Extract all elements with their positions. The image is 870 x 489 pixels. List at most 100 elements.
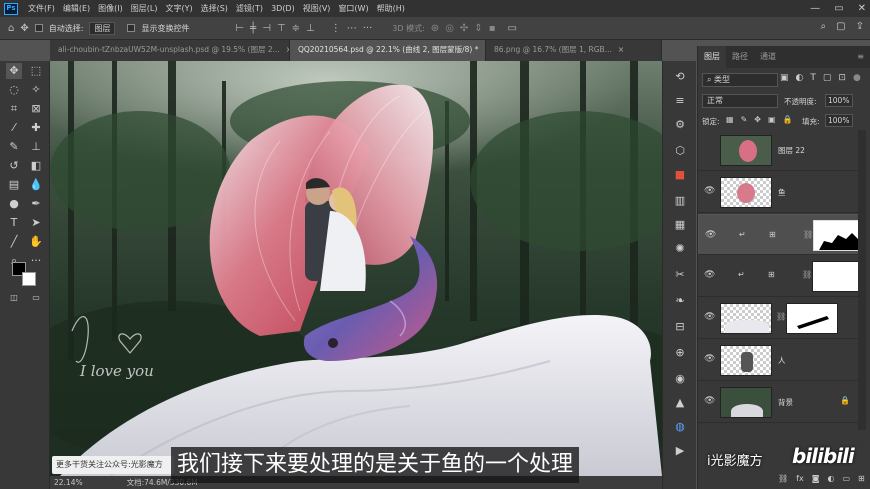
menu-view[interactable]: 视图(V) (299, 3, 335, 14)
document-canvas[interactable]: I love you (50, 61, 662, 476)
histogram-panel-icon[interactable]: ▲ (672, 395, 688, 411)
tab-document-2[interactable]: QQ20210564.psd @ 22.1% (曲线 2, 图层蒙版/8) *× (290, 40, 486, 61)
layer-mask-thumbnail[interactable] (786, 303, 838, 334)
tab-document-1[interactable]: ali-choubin-tZnbzaUW52M-unsplash.psd @ 1… (50, 40, 290, 61)
quick-mask-icon[interactable]: ◫ (6, 290, 22, 306)
align-center-icon[interactable]: ╪ (250, 23, 256, 34)
filter-adjust-icon[interactable]: ◐ (796, 73, 804, 83)
menu-image[interactable]: 图像(I) (94, 3, 127, 14)
fill-input[interactable]: 100% (825, 114, 853, 127)
eye-icon[interactable]: 👁 (705, 229, 716, 240)
healing-brush-icon[interactable]: ✚ (28, 120, 44, 136)
mask-link-icon[interactable]: ⛓ (803, 229, 813, 241)
type-tool-icon[interactable]: T (6, 215, 22, 231)
lasso-tool-icon[interactable]: ◌ (6, 82, 22, 98)
libraries-red-icon[interactable]: ■ (672, 167, 688, 183)
menu-file[interactable]: 文件(F) (24, 3, 59, 14)
actions-panel-icon[interactable]: ⊟ (672, 319, 688, 335)
marquee-tool-icon[interactable]: ⬚ (28, 63, 44, 79)
eyedropper-icon[interactable]: ⁄ (6, 120, 22, 136)
screen-mode-icon[interactable]: ▭ (28, 290, 44, 306)
3d-scale-icon[interactable]: ▪ (489, 23, 496, 34)
layer-filter-dropdown[interactable]: ⌕ 类型 (702, 73, 778, 87)
move-tool-icon[interactable]: ✥ (20, 23, 28, 34)
align-bottom-icon[interactable]: ⊥ (306, 23, 315, 34)
share-icon[interactable]: ⇪ (856, 21, 864, 32)
3d-pan-icon[interactable]: ✣ (460, 23, 468, 34)
tab-paths[interactable]: 路径 (726, 46, 754, 68)
menu-filter[interactable]: 滤镜(T) (232, 3, 267, 14)
timeline-panel-icon[interactable]: ◉ (672, 371, 688, 387)
3d-roll-icon[interactable]: ◎ (445, 23, 454, 34)
panel-menu-icon[interactable]: ≡ (851, 46, 870, 68)
blend-mode-dropdown[interactable]: 正常 (702, 94, 778, 108)
color-panel-icon[interactable]: ▥ (672, 193, 688, 209)
layer-row[interactable]: 👁 鱼 (698, 172, 860, 213)
menu-select[interactable]: 选择(S) (197, 3, 232, 14)
clone-source-icon[interactable]: ✂ (672, 267, 688, 283)
frame-tool-icon[interactable]: ⊠ (28, 101, 44, 117)
dodge-tool-icon[interactable]: ● (6, 196, 22, 212)
align-left-icon[interactable]: ⊢ (235, 23, 244, 34)
lock-transparent-icon[interactable]: ▦ (726, 115, 734, 124)
pen-tool-icon[interactable]: ✒ (28, 196, 44, 212)
menu-layer[interactable]: 图层(L) (127, 3, 162, 14)
layers-scrollbar[interactable] (858, 130, 866, 430)
distribute-h-icon[interactable]: ⋯ (347, 23, 357, 34)
workspace-icon[interactable]: ▢ (836, 21, 845, 32)
tab-document-3[interactable]: 86.png @ 16.7% (图层 1, RGB... × (486, 40, 662, 61)
layer-row[interactable]: 图层 22 (698, 130, 860, 171)
hand-tool-icon[interactable]: ✋ (28, 234, 44, 250)
layer-row[interactable]: 👁 ↵ ⊞ ⛓ (698, 256, 860, 297)
history-panel-icon[interactable]: ⟲ (672, 69, 688, 85)
3d-slide-icon[interactable]: ⇕ (474, 23, 482, 34)
auto-select-dropdown[interactable]: 图层 (89, 21, 116, 35)
zoom-level[interactable]: 22.14% (54, 478, 83, 487)
filter-shape-icon[interactable]: ▢ (823, 73, 832, 83)
eye-icon[interactable]: 👁 (704, 186, 715, 196)
menu-help[interactable]: 帮助(H) (373, 3, 409, 14)
tab-channels[interactable]: 通道 (754, 46, 782, 68)
eraser-tool-icon[interactable]: ◧ (28, 158, 44, 174)
home-icon[interactable]: ⌂ (8, 23, 14, 34)
line-tool-icon[interactable]: ╱ (6, 234, 22, 250)
navigator-panel-icon[interactable]: ◍ (672, 419, 688, 435)
close-icon[interactable]: ✕ (858, 3, 866, 14)
menu-3d[interactable]: 3D(D) (267, 4, 299, 13)
background-color-swatch[interactable] (22, 272, 36, 286)
libraries-panel-icon[interactable]: ⬡ (672, 143, 688, 159)
filter-pixel-icon[interactable]: ▣ (780, 73, 789, 83)
distribute-icon[interactable]: ⋮ (331, 23, 341, 34)
layer-row[interactable]: 👁 人 (698, 340, 860, 381)
gradient-tool-icon[interactable]: ▤ (6, 177, 22, 193)
lock-pixels-icon[interactable]: ✎ (741, 115, 748, 124)
3d-orbit-icon[interactable]: ⊛ (431, 23, 439, 34)
link-layers-icon[interactable]: ⛓ (778, 474, 788, 483)
visibility-off[interactable] (704, 144, 714, 154)
transform-controls-checkbox[interactable] (127, 24, 136, 32)
minimize-icon[interactable]: — (810, 3, 820, 14)
paragraph-panel-icon[interactable]: ❧ (672, 293, 688, 309)
crop-tool-icon[interactable]: ⌗ (6, 101, 22, 117)
more-options-icon[interactable]: ··· (363, 23, 373, 34)
lock-position-icon[interactable]: ✥ (754, 115, 761, 124)
tab-close-icon[interactable]: × (618, 45, 624, 54)
align-right-icon[interactable]: ⊣ (262, 23, 271, 34)
stamp-tool-icon[interactable]: ⊥ (28, 139, 44, 155)
eye-icon[interactable]: 👁 (704, 312, 715, 322)
more-tools-icon[interactable]: ··· (28, 253, 44, 269)
layer-row-selected[interactable]: 👁 ↵ ⊞ ⛓ (698, 214, 861, 255)
search-icon[interactable]: ⌕ (821, 21, 827, 32)
photoshop-logo-icon[interactable]: Ps (4, 2, 18, 15)
brush-tool-icon[interactable]: ✎ (6, 139, 22, 155)
history-brush-icon[interactable]: ↺ (6, 158, 22, 174)
new-layer-icon[interactable]: ⊞ (858, 474, 865, 483)
lock-artboard-icon[interactable]: ▣ (768, 115, 776, 124)
align-middle-icon[interactable]: ≑ (292, 23, 300, 34)
filter-smart-icon[interactable]: ⊡ (838, 73, 846, 83)
adjustments-panel-icon[interactable]: ≡ (672, 93, 688, 109)
new-group-icon[interactable]: ▭ (842, 474, 850, 483)
layer-mask-thumbnail[interactable] (812, 261, 860, 292)
filter-type-icon[interactable]: T (810, 73, 816, 83)
blur-tool-icon[interactable]: 💧 (28, 177, 44, 193)
